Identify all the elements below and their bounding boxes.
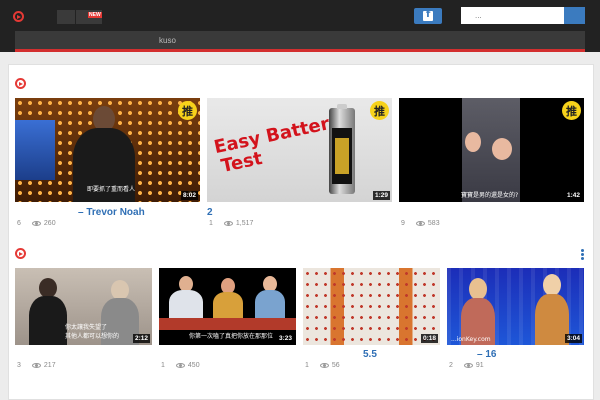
recommended-badge: 推: [370, 101, 389, 120]
video-meta: 9 583: [401, 220, 440, 227]
like-count: 3: [17, 362, 21, 369]
video-meta: 1 56: [305, 362, 340, 369]
thumb-figure: [39, 278, 57, 298]
facebook-button[interactable]: [414, 8, 442, 24]
section-2-play-icon: [15, 248, 26, 259]
video-card[interactable]: Easy Battery Test 推 1:29: [207, 98, 392, 202]
video-duration: 3:04: [564, 334, 582, 343]
eye-icon: [175, 363, 185, 368]
recommended-badge: 推: [562, 101, 581, 120]
nav-tab-1[interactable]: [57, 10, 75, 24]
new-badge: NEW: [88, 12, 102, 18]
eye-icon: [223, 221, 233, 226]
thumb-figure: [492, 138, 512, 160]
eye-icon: [319, 363, 329, 368]
thumb-figure: [543, 274, 561, 296]
thumb-subtitle: 你第一次嗑了真把你放在那那位: [189, 333, 274, 340]
video-thumbnail[interactable]: 寶寶是男的還是女的? 推 1:42: [399, 98, 584, 202]
like-count: 2: [449, 362, 453, 369]
view-count: 583: [427, 220, 440, 227]
view-count: 91: [475, 362, 484, 369]
video-meta: 6 260: [17, 220, 56, 227]
thumb-figure: [255, 290, 285, 320]
thumb-decoration: [303, 268, 440, 345]
site-logo-icon[interactable]: [13, 11, 24, 22]
thumb-figure: [469, 278, 487, 300]
battery-label: [332, 128, 352, 184]
thumb-figure: [169, 290, 203, 320]
section-1-play-icon: [15, 78, 26, 89]
video-card[interactable]: 你第一次嗑了真把你放在那那位 3:23: [159, 268, 296, 345]
video-thumbnail[interactable]: 你第一次嗑了真把你放在那那位 3:23: [159, 268, 296, 345]
top-bar: NEW kuso: [0, 0, 600, 52]
sub-nav-bar: kuso: [15, 31, 585, 49]
eye-icon: [31, 363, 41, 368]
more-options-icon[interactable]: [581, 249, 585, 261]
video-thumbnail[interactable]: 你太讓我失望了 其他人都可以想你的 2:12: [15, 268, 152, 345]
thumb-text-line-1: Easy Battery: [212, 110, 343, 159]
thumb-subtitle: 寶寶是男的還是女的?: [461, 192, 519, 199]
video-duration: 2:12: [132, 334, 150, 343]
thumb-decoration: [15, 120, 55, 180]
thumb-figure: [535, 294, 569, 345]
thumb-decoration: [462, 98, 520, 202]
video-meta: 1 450: [161, 362, 200, 369]
video-meta: 1 1,517: [209, 220, 253, 227]
thumb-subtitle: 即要抓了重而看人: [87, 186, 136, 193]
like-count: 1: [209, 220, 213, 227]
video-meta: 3 217: [17, 362, 56, 369]
view-count: 1,517: [235, 220, 254, 227]
view-count: 260: [43, 220, 56, 227]
like-count: 9: [401, 220, 405, 227]
video-thumbnail[interactable]: ...ionKey.com 3:04: [447, 268, 584, 345]
eye-icon: [415, 221, 425, 226]
video-title[interactable]: 2: [207, 207, 213, 218]
video-duration: 0:18: [420, 334, 438, 343]
video-card[interactable]: 即要抓了重而看人 推 8:02: [15, 98, 200, 202]
subnav-link-kuso[interactable]: kuso: [159, 36, 176, 45]
search-button[interactable]: [564, 7, 585, 24]
thumb-decoration: [159, 318, 296, 330]
video-duration: 1:42: [564, 191, 582, 200]
video-meta: 2 91: [449, 362, 484, 369]
thumb-subtitle-2: 其他人都可以想你的: [65, 333, 120, 340]
thumb-figure: [465, 132, 481, 152]
video-card[interactable]: 寶寶是男的還是女的? 推 1:42: [399, 98, 584, 202]
search-input[interactable]: [461, 7, 564, 24]
video-thumbnail[interactable]: 0:18: [303, 268, 440, 345]
thumb-subtitle: 你太讓我失望了: [65, 324, 108, 331]
like-count: 1: [305, 362, 309, 369]
like-count: 1: [161, 362, 165, 369]
recommended-badge: 推: [178, 101, 197, 120]
facebook-icon: [423, 9, 433, 21]
video-duration: 8:02: [180, 191, 198, 200]
eye-icon: [463, 363, 473, 368]
video-card[interactable]: 0:18: [303, 268, 440, 345]
thumb-figure: [213, 292, 243, 320]
video-title[interactable]: – Trevor Noah: [78, 207, 145, 218]
video-card[interactable]: 你太讓我失望了 其他人都可以想你的 2:12: [15, 268, 152, 345]
thumb-figure: [111, 280, 129, 300]
video-card[interactable]: ...ionKey.com 3:04: [447, 268, 584, 345]
view-count: 56: [331, 362, 340, 369]
video-duration: 1:29: [372, 191, 390, 200]
video-thumbnail[interactable]: 即要抓了重而看人 推 8:02: [15, 98, 200, 202]
accent-divider: [15, 49, 585, 52]
video-title[interactable]: 5.5: [363, 349, 377, 360]
thumb-figure: [29, 296, 67, 345]
video-duration: 3:23: [276, 334, 294, 343]
eye-icon: [31, 221, 41, 226]
view-count: 450: [187, 362, 200, 369]
like-count: 6: [17, 220, 21, 227]
video-title[interactable]: – 16: [477, 349, 496, 360]
thumb-watermark: ...ionKey.com: [451, 336, 491, 343]
video-thumbnail[interactable]: Easy Battery Test 推 1:29: [207, 98, 392, 202]
battery-graphic: [329, 104, 355, 194]
view-count: 217: [43, 362, 56, 369]
